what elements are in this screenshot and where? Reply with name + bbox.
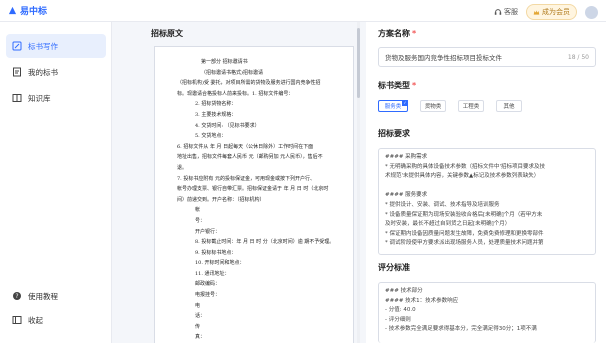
app-name: 易中标	[20, 7, 48, 17]
sidebar: 标书写作 我的标书 知识库 ? 使用教程 收起	[0, 22, 112, 343]
requirements-text: #### 采购需求 * 无明确采购的具体设备技术参数（招标文件中'招标项目要求及技…	[385, 153, 589, 249]
doc-line: 电报挂号：	[195, 292, 221, 299]
plan-name-input[interactable]: 货物及服务国内竞争性招标项目投标文件 18 / 50	[378, 47, 596, 67]
doc-line: 话：	[195, 313, 206, 320]
doc-line: 开户银行：	[195, 228, 221, 235]
original-doc-section: 招标原文 第一部分 招标邀请书 （招标邀请书格式)招标邀请 （招标机构)受 委托，对…	[140, 22, 355, 343]
evaluation-text: ### 技术部分 #### 技术1：技术参数响应 - 分值: 40.0 - 评分细则 -…	[385, 287, 589, 335]
doc-line: 帐号办理支票、银行自带汇票。招标保证金请于 年 月 日 时（北京时	[177, 186, 329, 193]
doc-line: 5. 交货地点：	[195, 133, 227, 140]
doc-line: 4. 交货时间: （见标书要求）	[195, 122, 260, 129]
sidebar-item-label: 使用教程	[28, 291, 58, 301]
become-member-button[interactable]: 成为会员	[526, 4, 577, 20]
app-logo[interactable]: 易中标	[8, 4, 47, 17]
type-option-engineering[interactable]: 工程类	[458, 100, 484, 112]
doc-line: 10. 开标时间和地点：	[195, 260, 245, 267]
evaluation-line: #### 技术1：技术参数响应	[385, 297, 459, 304]
type-option-other[interactable]: 其他	[496, 100, 522, 112]
doc-section-title: 招标原文	[151, 29, 183, 38]
sidebar-item-bid-writing[interactable]: 标书写作	[6, 34, 106, 58]
file-icon	[13, 67, 21, 77]
sidebar-item-label: 收起	[28, 315, 43, 325]
requirements-line: * 保证期内设备因质量问题发生故障，免费免费修理和更换零部件	[385, 230, 544, 237]
doc-line: 7. 投标书应附有 元的投标保证金，可用现金或按下列开户行、	[177, 175, 315, 182]
book-icon	[12, 94, 22, 102]
evaluation-line: - 评分细则	[385, 316, 411, 323]
sidebar-item-label: 知识库	[28, 93, 51, 103]
evaluation-textarea[interactable]: ### 技术部分 #### 技术1：技术参数响应 - 分值: 40.0 - 评分细则 -…	[378, 282, 596, 343]
doc-line: （招标机构)受 委托，对项目所需的货物及服务进行国内竞争性招	[177, 80, 321, 87]
doc-scrollbar[interactable]	[357, 22, 360, 343]
evaluation-line: - 技术参数完全满足要求得基本分，完全满足得30分；1项不满	[385, 326, 537, 333]
evaluation-label: 评分标准	[378, 263, 410, 272]
requirements-line: 术规范'未提供具体内容，关键参数▲标记及技术参数列表缺失）	[385, 173, 540, 180]
sidebar-collapse[interactable]: 收起	[6, 308, 106, 332]
avatar[interactable]	[585, 5, 598, 19]
type-label: 标书类型 *	[378, 81, 417, 90]
service-label: 客服	[504, 8, 518, 16]
requirements-line: * 无明确采购的具体设备技术参数（招标文件中'招标项目要求及技	[385, 163, 546, 170]
help-icon: ?	[13, 292, 21, 300]
doc-line: 真：	[195, 334, 206, 341]
requirements-label: 招标要求	[378, 129, 410, 138]
evaluation-line: - 分值: 40.0	[385, 307, 416, 314]
sidebar-item-my-bids[interactable]: 我的标书	[6, 60, 106, 84]
vip-label: 成为会员	[542, 8, 570, 16]
doc-line: （招标邀请书格式)招标邀请	[201, 69, 263, 76]
scrollbar-thumb[interactable]	[357, 28, 360, 98]
sidebar-item-label: 我的标书	[28, 67, 58, 77]
required-mark: *	[412, 81, 417, 90]
requirements-line: * 调试阶段使甲方要求派出现场服务人员，处理质量技术问题并第	[385, 240, 544, 247]
doc-line: 3. 主要技术规格：	[195, 111, 237, 118]
crown-icon	[533, 9, 540, 15]
top-bar: 易中标 客服 成为会员	[0, 0, 606, 22]
doc-line: 2. 招标货物名称：	[195, 101, 237, 108]
requirements-line: 及时安装，最长不超过自到货之日起[未明确]个月）	[385, 221, 511, 228]
customer-service-button[interactable]: 客服	[494, 7, 518, 17]
type-option-goods[interactable]: 货物类	[420, 100, 446, 112]
requirements-line: * 提供设计、安装、调试、技术指导及培训服务	[385, 201, 500, 208]
headset-icon	[494, 9, 502, 15]
doc-line: 邮政编码：	[195, 281, 221, 288]
doc-line: 第一部分 招标邀请书	[201, 59, 248, 65]
doc-text: 第一部分 招标邀请书 （招标邀请书格式)招标邀请 （招标机构)受 委托，对项目所需的…	[173, 57, 343, 343]
sidebar-item-knowledge-base[interactable]: 知识库	[6, 86, 106, 110]
evaluation-line: ### 技术部分	[385, 288, 423, 294]
check-icon: ✓	[402, 100, 408, 106]
document-preview[interactable]: 第一部分 招标邀请书 （招标邀请书格式)招标邀请 （招标机构)受 委托，对项目所需的…	[154, 46, 354, 343]
doc-line: 9. 投标标书地点：	[195, 249, 237, 256]
requirements-line: * 设备质量保证期为现场安装验收合格后[未明确]个月（若甲方未	[385, 211, 543, 218]
name-label: 方案名称 *	[378, 29, 417, 38]
type-options: 服务类 ✓ 货物类 工程类 其他	[378, 100, 522, 112]
doc-line: 退。	[177, 164, 188, 171]
requirements-line: #### 采购需求	[385, 154, 428, 160]
logo-icon	[8, 6, 17, 15]
doc-line: 8. 投标截止时间：年 月 日 时 分（北京时间）逾 期不予受理。	[195, 239, 335, 246]
type-option-service[interactable]: 服务类 ✓	[378, 100, 408, 112]
collapse-icon	[12, 316, 22, 324]
doc-line: 地址出售，招标文件每套人民币 元（邮购另加 元人民币），售后不	[177, 154, 323, 161]
requirements-line: #### 服务要求	[385, 192, 428, 199]
pen-icon	[12, 41, 22, 51]
requirements-textarea[interactable]: #### 采购需求 * 无明确采购的具体设备技术参数（招标文件中'招标项目要求及技…	[378, 148, 596, 255]
doc-line: 标。现邀请合格投标人前来投标。1. 招标文件编号：	[177, 90, 294, 97]
required-mark: *	[412, 29, 417, 38]
doc-line: 电	[195, 302, 201, 309]
form-panel: 方案名称 * 货物及服务国内竞争性招标项目投标文件 18 / 50 标书类型 * 服…	[366, 22, 606, 343]
svg-text:?: ?	[15, 293, 18, 300]
doc-line: 传	[195, 323, 201, 330]
doc-line: 号：	[195, 217, 206, 224]
doc-line: 帐	[195, 207, 201, 214]
plan-name-value: 货物及服务国内竞争性招标项目投标文件	[385, 54, 502, 62]
requirements-line	[385, 182, 589, 192]
sidebar-item-tutorial[interactable]: ? 使用教程	[6, 284, 106, 308]
doc-line: 间）前递交到。开户名称：（招标机构）	[177, 196, 265, 203]
doc-line: 11. 通讯地址：	[195, 270, 230, 277]
sidebar-item-label: 标书写作	[28, 41, 58, 51]
char-count: 18 / 50	[567, 53, 589, 61]
doc-line: 6. 招标文件从 年 月 日起每天（公休日除外）工作时间在下面	[177, 143, 314, 150]
